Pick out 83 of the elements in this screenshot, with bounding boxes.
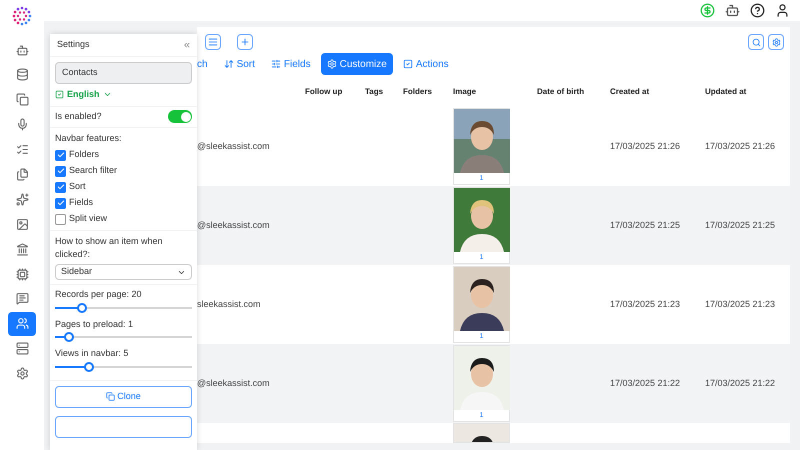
toolbar-tab[interactable]: Customize	[320, 53, 393, 75]
checkbox[interactable]	[55, 198, 66, 208]
table-cell: 17/03/2025 21:23	[610, 298, 680, 309]
toolbar-tab[interactable]: Sort	[218, 53, 261, 75]
sparkles-icon	[16, 192, 28, 206]
collapse-button[interactable]: «	[184, 36, 190, 54]
logo-icon	[12, 6, 32, 26]
slider[interactable]	[55, 331, 192, 343]
show-select[interactable]: Sidebar	[55, 264, 192, 280]
search-button[interactable]	[748, 34, 764, 50]
toolbar-tab[interactable]: Actions	[396, 53, 455, 75]
building-icon	[16, 242, 28, 256]
settings-button[interactable]	[768, 34, 784, 50]
checkbox[interactable]	[55, 150, 66, 160]
table-cell: @sleekassist.com	[197, 220, 270, 230]
slider[interactable]	[55, 360, 192, 372]
show-label: How to show an item when clicked?:	[55, 235, 164, 261]
list-button[interactable]	[205, 34, 221, 50]
slider-label: Views in navbar: 5	[55, 347, 130, 360]
checkbox-icon	[55, 90, 64, 100]
checkbox-label: Sort	[69, 180, 86, 194]
slider[interactable]	[55, 302, 192, 314]
checkbox-label: Fields	[69, 196, 94, 210]
column-header: Created at	[610, 86, 650, 96]
add-button[interactable]	[237, 34, 253, 50]
table-cell: 17/03/2025 21:23	[705, 298, 776, 309]
sliders-icon	[270, 59, 281, 69]
sort-icon	[224, 59, 234, 69]
robot-icon[interactable]	[725, 3, 740, 18]
checkbox-label: Split view	[69, 212, 108, 226]
table-cell: @sleekassist.com	[197, 378, 270, 388]
message-icon	[16, 292, 28, 306]
column-header: Follow up	[305, 86, 342, 96]
microphone-icon	[16, 118, 28, 132]
table-cell: 17/03/2025 21:25	[610, 220, 680, 230]
language-dropdown[interactable]: English	[55, 88, 112, 102]
users-icon	[16, 317, 28, 330]
column-header: Date of birth	[537, 86, 584, 96]
copy-icon	[106, 392, 116, 401]
column-header: Tags	[365, 86, 384, 96]
table-cell: 17/03/2025 21:25	[705, 220, 776, 230]
enabled-toggle[interactable]	[168, 110, 192, 123]
checkbox-label: Search filter	[69, 164, 118, 178]
database-icon	[16, 68, 28, 82]
slider-label: Records per page: 20	[55, 288, 143, 301]
copy-icon	[16, 93, 28, 106]
plus-icon	[240, 37, 250, 47]
checkbox-icon	[402, 59, 413, 69]
enabled-label: Is enabled?	[55, 110, 102, 123]
column-header: Image	[453, 86, 476, 96]
checklist-icon	[16, 143, 28, 156]
panel-title: Settings	[57, 38, 90, 52]
chip-icon	[16, 268, 28, 281]
gear-icon	[326, 59, 337, 69]
sidebar-item[interactable]	[8, 312, 36, 336]
checkbox[interactable]	[55, 214, 66, 224]
table-cell: 17/03/2025 21:22	[705, 378, 776, 388]
features-label: Navbar features:	[55, 132, 123, 144]
image-icon	[16, 218, 28, 231]
checkbox-label: Folders	[69, 148, 100, 162]
checkbox[interactable]	[55, 166, 66, 176]
slider-label: Pages to preload: 1	[55, 318, 134, 331]
table-cell: sleekassist.com	[197, 298, 261, 309]
robot-icon	[16, 44, 28, 56]
settings-icon	[772, 38, 780, 46]
table-cell: 17/03/2025 21:26	[705, 140, 776, 151]
column-header: Updated at	[705, 86, 746, 96]
clone-button[interactable]: Clone	[55, 386, 192, 408]
toolbar-tab[interactable]: Fields	[264, 53, 317, 75]
table-cell: 17/03/2025 21:26	[610, 140, 680, 151]
table-cell: @sleekassist.com	[197, 140, 270, 151]
help-icon[interactable]	[750, 3, 765, 18]
table-cell: 17/03/2025 21:22	[610, 378, 680, 388]
files-icon	[16, 168, 28, 181]
user-icon[interactable]	[775, 3, 790, 18]
column-header: Folders	[403, 86, 432, 96]
name-field[interactable]: Contacts	[55, 62, 192, 84]
toolbar-tab[interactable]: ch	[197, 53, 214, 75]
settings-icon	[16, 367, 28, 380]
search-icon	[752, 38, 760, 46]
server-icon	[16, 342, 28, 356]
menu-icon	[208, 37, 218, 47]
checkbox[interactable]	[55, 182, 66, 192]
